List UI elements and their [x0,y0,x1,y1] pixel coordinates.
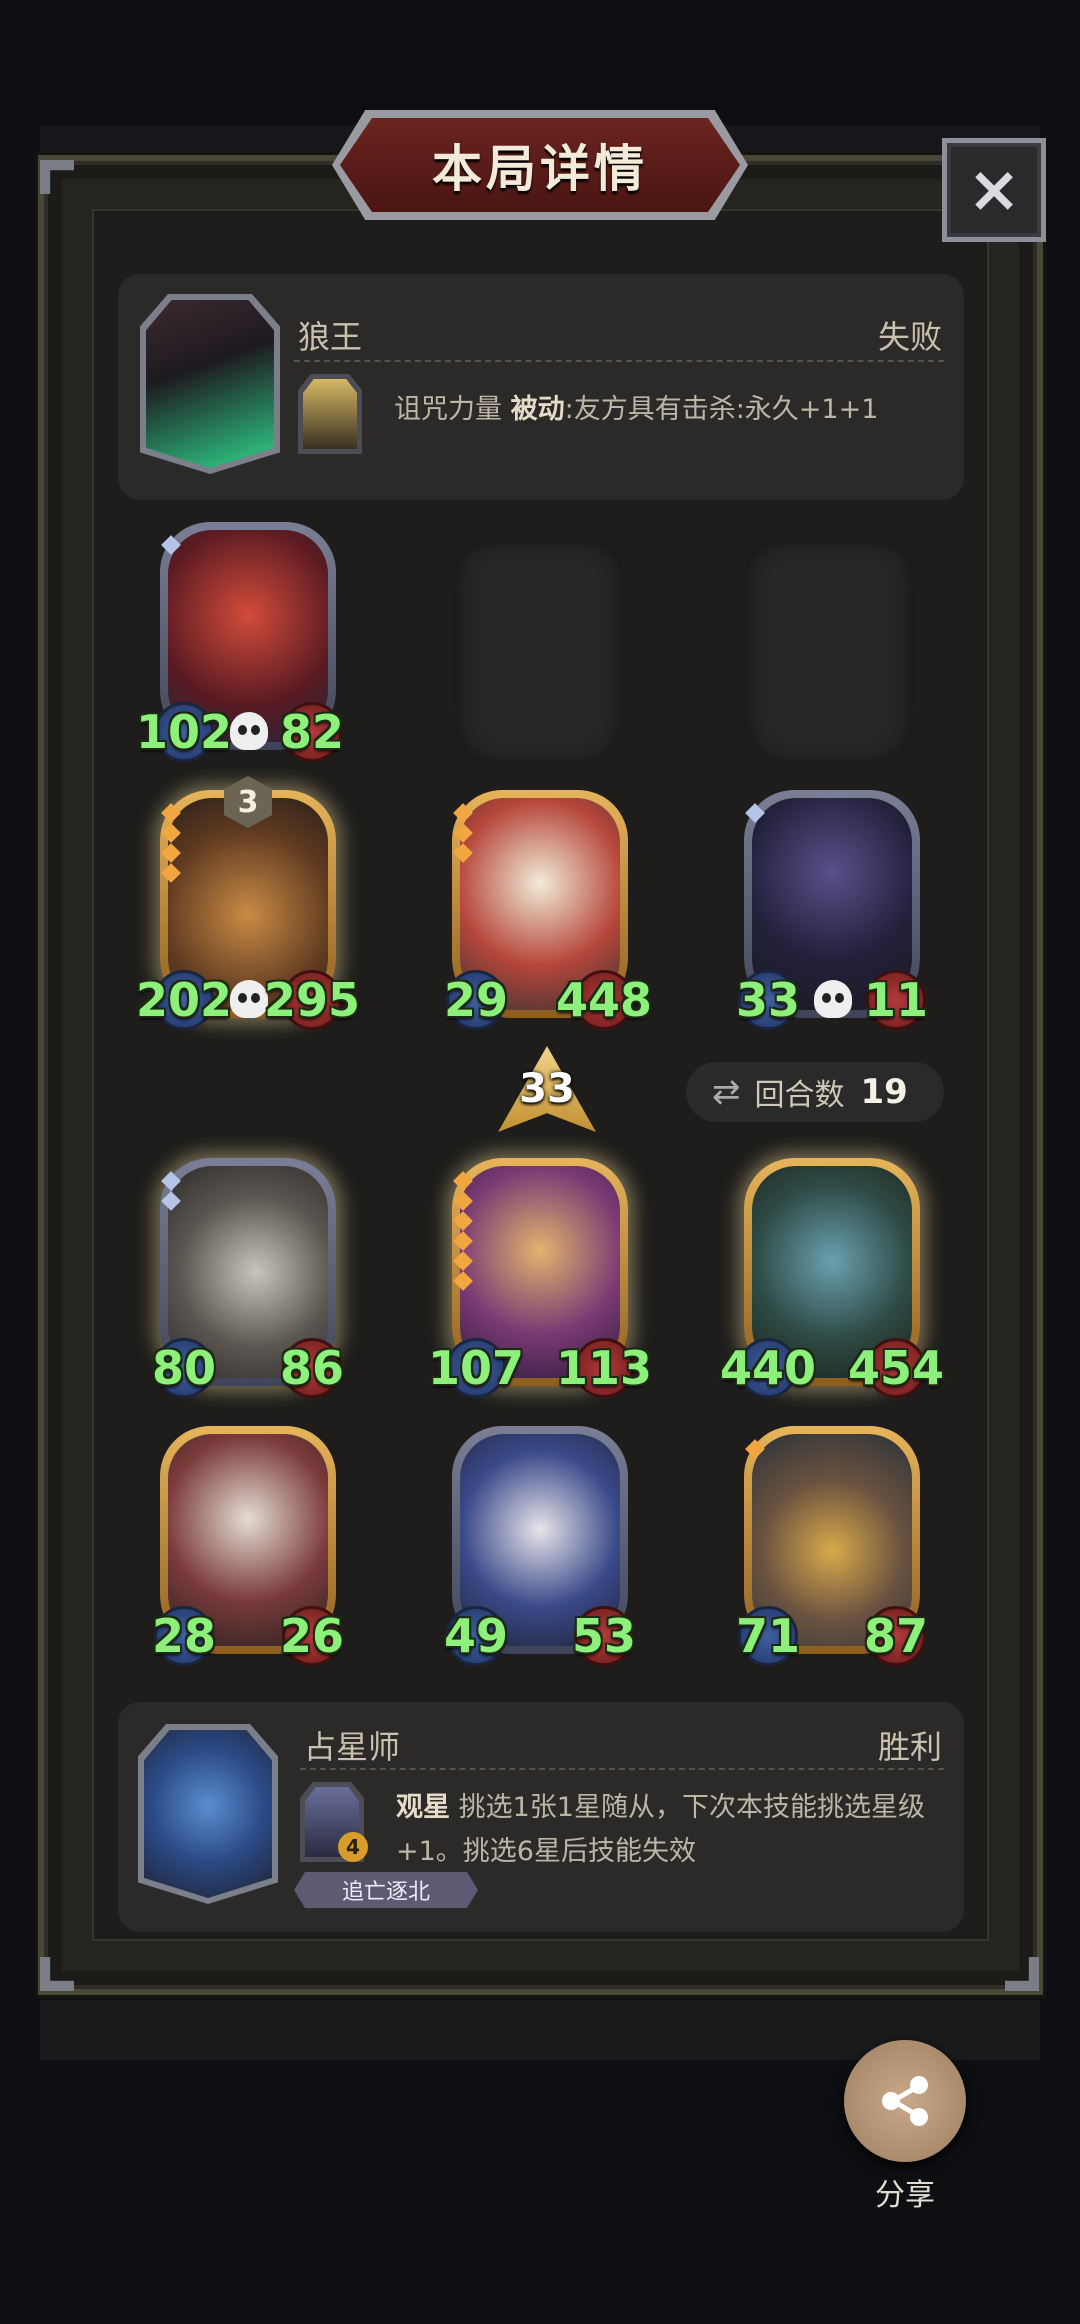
attack-badge: 102 [136,702,232,762]
health-value: 87 [864,1609,929,1663]
swap-icon: ⇄ [712,1072,741,1112]
player-skill-desc: 挑选1张1星随从，下次本技能挑选星级+1。挑选6星后技能失效 [396,1792,925,1867]
attack-badge: 440 [720,1338,816,1398]
title-banner: 本局详情 [340,118,740,212]
level-value: 3 [237,784,259,820]
health-value: 448 [555,973,653,1027]
attack-badge: 107 [428,1338,524,1398]
health-badge: 86 [280,1338,345,1398]
round-label: 回合数 [754,1078,845,1113]
attack-value: 107 [427,1341,525,1395]
player-minion-card[interactable]: 107 113 [428,1158,652,1398]
enemy-minion-card[interactable]: 33 11 [736,790,928,1030]
attack-badge: 33 [736,970,801,1030]
player-minion-card[interactable]: 440 454 [720,1158,944,1398]
opponent-skill-type: 被动 [510,394,565,425]
health-value: 454 [847,1341,945,1395]
health-badge: 448 [556,970,652,1030]
attack-badge: 28 [152,1606,217,1666]
skill-level-value: 4 [346,1835,360,1859]
opponent-name: 狼王 [298,318,363,356]
attack-value: 202 [135,973,233,1027]
attack-value: 33 [736,973,801,1027]
health-badge: 113 [556,1338,652,1398]
player-trait-tag[interactable]: 追亡逐北 [294,1872,478,1908]
attack-badge: 202 [136,970,232,1030]
enemy-minion-card[interactable]: 29 448 [444,790,652,1030]
player-minion-card[interactable]: 49 53 [444,1426,636,1666]
opponent-skill-desc: :友方具有击杀:永久+1+1 [564,394,879,425]
attack-value: 28 [152,1609,217,1663]
attack-badge: 80 [152,1338,217,1398]
attack-value: 71 [736,1609,801,1663]
skull-icon [814,980,852,1018]
player-minion-card[interactable]: 80 86 [152,1158,344,1398]
enemy-minion-card[interactable]: 3 202 295 [136,776,360,1030]
attack-value: 440 [719,1341,817,1395]
health-value: 11 [864,973,929,1027]
opponent-skill-text: 诅咒力量 被动:友方具有击杀:永久+1+1 [394,388,878,432]
health-badge: 295 [264,970,360,1030]
player-name: 占星师 [304,1728,401,1766]
player-avatar[interactable] [138,1724,278,1904]
attack-badge: 29 [444,970,509,1030]
health-badge: 53 [572,1606,637,1666]
empty-slot [744,538,914,766]
tier-value: 33 [519,1066,575,1112]
health-badge: 454 [848,1338,944,1398]
enemy-minion-card[interactable]: 102 82 [136,522,344,762]
attack-value: 80 [152,1341,217,1395]
skill-level-badge: 4 [338,1832,368,1862]
health-badge: 26 [280,1606,345,1666]
opponent-skill-icon[interactable] [298,374,362,454]
skull-icon [230,980,268,1018]
opponent-info-card: 狼王 失败 诅咒力量 被动:友方具有击杀:永久+1+1 [118,274,964,500]
player-minion-card[interactable]: 71 87 [736,1426,928,1666]
opponent-avatar[interactable] [140,294,280,474]
player-info-card: 占星师 胜利 观星 挑选1张1星随从，下次本技能挑选星级+1。挑选6星后技能失效 [118,1702,964,1932]
attack-value: 29 [444,973,509,1027]
player-skill-name: 观星 [396,1792,450,1823]
share-label: 分享 [875,2178,935,2213]
health-badge: 87 [864,1606,929,1666]
health-badge: 11 [864,970,929,1030]
close-button[interactable]: × [942,138,1046,242]
attack-value: 49 [444,1609,509,1663]
round-counter: ⇄ 回合数 19 [686,1062,944,1122]
player-skill-text: 观星 挑选1张1星随从，下次本技能挑选星级+1。挑选6星后技能失效 [396,1786,936,1874]
empty-slot [454,538,624,766]
share-icon [882,2076,928,2126]
attack-badge: 71 [736,1606,801,1666]
round-value: 19 [860,1072,908,1112]
health-value: 295 [263,973,361,1027]
share-button[interactable] [844,2040,966,2162]
health-value: 86 [280,1341,345,1395]
skull-icon [230,712,268,750]
attack-badge: 49 [444,1606,509,1666]
attack-value: 102 [135,705,233,759]
player-minion-card[interactable]: 28 26 [152,1426,344,1666]
opponent-result: 失败 [877,318,942,356]
health-badge: 82 [280,702,345,762]
health-value: 82 [280,705,345,759]
player-result: 胜利 [877,1728,942,1766]
close-icon: × [967,153,1021,227]
page-title: 本局详情 [432,140,648,198]
health-value: 113 [555,1341,653,1395]
health-value: 26 [280,1609,345,1663]
divider [300,1768,944,1770]
player-trait-label: 追亡逐北 [341,1880,430,1905]
health-value: 53 [572,1609,637,1663]
opponent-skill-name: 诅咒力量 [394,394,502,425]
divider [294,360,944,362]
